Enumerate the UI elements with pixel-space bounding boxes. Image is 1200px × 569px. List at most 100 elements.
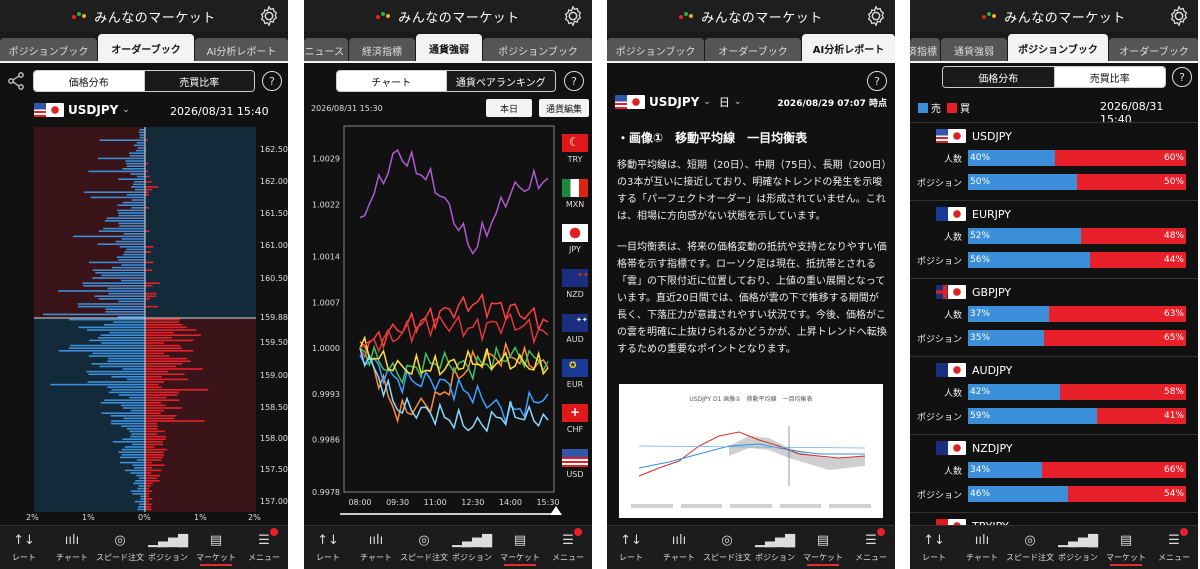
order-bar [145, 383, 159, 386]
nav-market[interactable]: ▤ マーケット [799, 526, 847, 569]
legend-item-nzd[interactable]: ✦✦ NZD [562, 269, 589, 299]
nav-speed-order[interactable]: ◎ スピード注文 [400, 526, 448, 569]
nav-rate[interactable]: ↑↓ レート [607, 526, 655, 569]
order-bar [145, 420, 205, 422]
segment-price-distribution[interactable]: 価格分布 [943, 67, 1055, 87]
help-icon[interactable]: ? [867, 71, 887, 91]
buy-position-bar [129, 396, 145, 399]
nav-rate[interactable]: ↑↓ レート [304, 526, 352, 569]
buy-position-bar [137, 506, 145, 508]
gear-icon[interactable] [258, 5, 280, 27]
nav-chart[interactable]: ıılı チャート [352, 526, 400, 569]
tab-position-book[interactable]: ポジションブック [483, 38, 592, 62]
candlestick-icon: ıılı [974, 533, 990, 548]
nav-rate[interactable]: ↑↓ レート [910, 526, 958, 569]
legend-item-jpy[interactable]: JPY [562, 224, 588, 254]
order-bar [145, 339, 194, 342]
position-ratio-block[interactable]: AUDJPY 人数 42% 58% ポジション 59% 41% [910, 356, 1198, 434]
nav-chart[interactable]: ıılı チャート [958, 526, 1006, 569]
segment-buy-sell-ratio[interactable]: 売買比率 [143, 71, 254, 91]
nav-position[interactable]: ▁▃▅▇ ポジション [144, 526, 192, 569]
gear-icon[interactable] [1168, 5, 1190, 27]
legend-item-eur[interactable]: ✪ EUR [562, 359, 588, 389]
pair-selector[interactable]: USDJPY ⌄ [34, 103, 130, 117]
buy-position-bar [130, 435, 145, 438]
nav-menu[interactable]: ☰ メニュー [544, 526, 592, 569]
nav-menu[interactable]: ☰ メニュー [240, 526, 288, 569]
nav-market[interactable]: ▤ マーケット [496, 526, 544, 569]
chevron-down-icon[interactable]: ⌄ [734, 97, 742, 107]
legend-item-try[interactable]: ☾ TRY [562, 134, 588, 164]
gear-icon[interactable] [865, 5, 887, 27]
notification-badge [270, 528, 278, 536]
segment-buy-sell-ratio[interactable]: 売買比率 [1054, 67, 1165, 87]
share-icon[interactable] [7, 72, 25, 90]
legend-item-chf[interactable]: + CHF [562, 404, 588, 434]
sell-order-bar [135, 149, 145, 152]
buy-position-bar [100, 402, 145, 404]
legend-item-usd[interactable]: USD [562, 449, 588, 479]
tab-order-book[interactable]: オーダーブック [705, 38, 801, 62]
position-ratio-block[interactable]: USDJPY 人数 40% 60% ポジション 50% 50% [910, 122, 1198, 200]
tab-position-book[interactable]: ポジションブック [0, 38, 97, 62]
tab-economic-indicators[interactable]: 経済指標 [349, 38, 415, 62]
logo-mark-icon [376, 11, 394, 21]
tab-order-book[interactable]: オーダーブック [1109, 38, 1198, 62]
order-bar [145, 441, 163, 443]
buy-position-bar [101, 342, 145, 344]
price-label: 159.50 [260, 338, 288, 347]
percent-label: 1% [82, 513, 95, 522]
help-icon[interactable]: ? [564, 71, 584, 91]
nav-speed-order[interactable]: ◎ スピード注文 [96, 526, 144, 569]
help-icon[interactable]: ? [262, 71, 282, 91]
nav-market[interactable]: ▤ マーケット [192, 526, 240, 569]
legend-item-mxn[interactable]: MXN [562, 179, 588, 209]
tab-currency-strength[interactable]: 通貨強弱 [416, 34, 482, 62]
nav-speed-order[interactable]: ◎ スピード注文 [703, 526, 751, 569]
nav-position[interactable]: ▁▃▅▇ ポジション [1054, 526, 1102, 569]
tab-ai-report[interactable]: AI分析レポート [195, 38, 288, 62]
nav-speed-order[interactable]: ◎ スピード注文 [1006, 526, 1054, 569]
chevron-down-icon[interactable]: ⌄ [703, 97, 711, 107]
percent-axis: 2% 1% 0% 1% 2% [26, 513, 266, 525]
time-slider-track[interactable] [340, 513, 558, 515]
sell-order-bar [117, 204, 145, 206]
nav-market[interactable]: ▤ マーケット [1102, 526, 1150, 569]
today-button[interactable]: 本日 [486, 99, 532, 117]
segment-price-distribution[interactable]: 価格分布 [34, 71, 144, 91]
position-ratio-block[interactable]: NZDJPY 人数 34% 66% ポジション 46% 54% [910, 434, 1198, 512]
buy-position-bar [133, 482, 145, 485]
segment-chart[interactable]: チャート [337, 71, 446, 91]
nav-position[interactable]: ▁▃▅▇ ポジション [448, 526, 496, 569]
sell-order-bar [90, 196, 145, 199]
nav-rate[interactable]: ↑↓ レート [0, 526, 48, 569]
tab-economic-indicators[interactable]: 経済指標 [910, 38, 940, 62]
tab-position-book[interactable]: ポジションブック [1008, 34, 1108, 62]
nav-menu[interactable]: ☰ メニュー [847, 526, 895, 569]
nav-chart[interactable]: ıılı チャート [655, 526, 703, 569]
segment-pair-ranking[interactable]: 通貨ペアランキング [445, 71, 555, 91]
legend-item-aud[interactable]: ✦✦ AUD [562, 314, 588, 344]
tab-position-book[interactable]: ポジションブック [607, 38, 704, 62]
report-chart-image[interactable]: USDJPY D1 画像① 移動平均線 一目均衡表 [619, 384, 883, 518]
help-icon[interactable]: ? [1172, 67, 1192, 87]
tab-order-book[interactable]: オーダーブック [98, 34, 194, 62]
pair-flag-icon [936, 207, 966, 221]
report-heading: ・画像① 移動平均線 一目均衡表 [617, 131, 808, 145]
time-slider-handle[interactable] [550, 506, 562, 515]
position-ratio-block[interactable]: GBPJPY 人数 37% 63% ポジション 35% 65% [910, 278, 1198, 356]
edit-currencies-button[interactable]: 通貨編集 [539, 99, 589, 117]
position-ratio-block[interactable]: EURJPY 人数 52% 48% ポジション 56% 44% [910, 200, 1198, 278]
tab-currency-strength[interactable]: 通貨強弱 [941, 38, 1007, 62]
sell-order-bar [83, 285, 145, 287]
nav-position[interactable]: ▁▃▅▇ ポジション [751, 526, 799, 569]
nav-chart[interactable]: ıılı チャート [48, 526, 96, 569]
tab-ai-report[interactable]: AI分析レポート [802, 34, 895, 62]
nav-menu[interactable]: ☰ メニュー [1150, 526, 1198, 569]
buy-position-bar [132, 464, 145, 466]
pair-selector[interactable]: USDJPY [649, 95, 699, 109]
bar-chart-icon: ▁▃▅▇ [148, 533, 188, 548]
tab-news[interactable]: ニュース [304, 38, 348, 62]
gear-icon[interactable] [562, 5, 584, 27]
timeframe-selector[interactable]: 日 [719, 94, 730, 110]
